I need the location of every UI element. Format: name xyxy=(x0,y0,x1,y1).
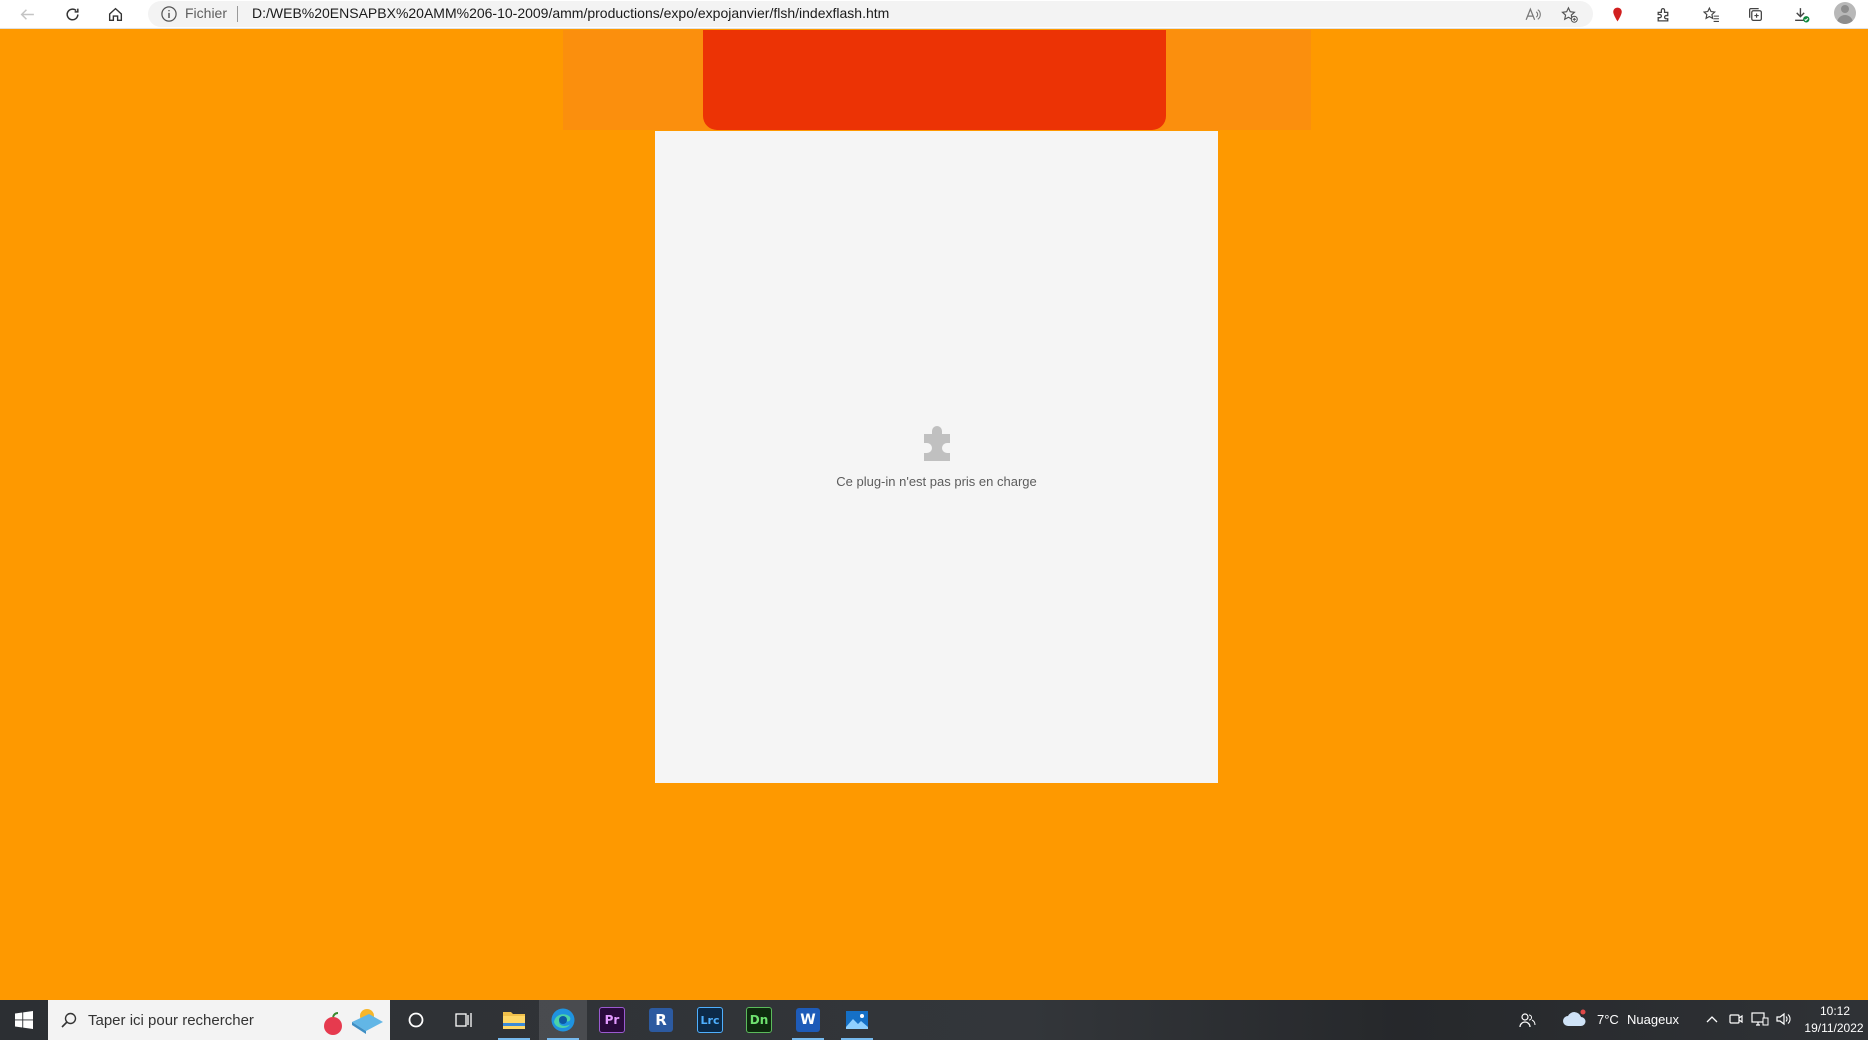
refresh-button[interactable] xyxy=(59,2,85,26)
add-favorite-icon xyxy=(1560,6,1578,23)
volume-icon[interactable] xyxy=(1775,1011,1793,1027)
clock-date[interactable]: 19/11/2022 xyxy=(1800,1021,1868,1035)
read-aloud-button[interactable] xyxy=(1519,2,1545,26)
chevron-up-icon[interactable] xyxy=(1705,1014,1719,1024)
collections-button[interactable] xyxy=(1742,2,1768,26)
collections-icon xyxy=(1748,7,1762,21)
dimension-icon: Dn xyxy=(746,1007,772,1033)
taskbar-revit[interactable]: R xyxy=(637,1000,685,1040)
start-button[interactable] xyxy=(0,1000,48,1040)
refresh-icon xyxy=(65,7,79,20)
taskbar-photos[interactable] xyxy=(833,1000,881,1040)
back-icon xyxy=(20,8,34,20)
header-banner xyxy=(703,30,1166,130)
network-icon[interactable] xyxy=(1751,1011,1769,1027)
people-icon xyxy=(1519,1013,1536,1028)
site-info-label[interactable]: Fichier xyxy=(185,5,227,21)
puzzle-piece-icon xyxy=(924,426,950,461)
pin-icon xyxy=(1612,7,1622,21)
add-favorite-button[interactable] xyxy=(1556,2,1582,26)
extensions-button[interactable] xyxy=(1650,2,1676,26)
extensions-icon xyxy=(1657,7,1668,22)
favorites-icon xyxy=(1702,6,1719,22)
meet-now-icon[interactable] xyxy=(1728,1011,1744,1027)
lightroom-classic-icon: Lrc xyxy=(697,1007,723,1033)
photos-icon xyxy=(846,1011,868,1029)
plugin-unsupported-message: Ce plug-in n'est pas pris en charge xyxy=(836,474,1037,489)
plugin-placeholder: Ce plug-in n'est pas pris en charge xyxy=(655,131,1218,783)
back-button[interactable] xyxy=(14,2,40,26)
weather-temperature[interactable]: 7°C xyxy=(1597,1012,1619,1027)
taskbar: Taper ici pour rechercher Pr R Lrc Dn W … xyxy=(0,1000,1868,1040)
word-icon: W xyxy=(796,1008,820,1032)
profile-icon[interactable] xyxy=(1834,2,1856,24)
home-icon xyxy=(108,7,122,21)
info-icon[interactable] xyxy=(160,5,178,23)
weather-condition[interactable]: Nuageux xyxy=(1627,1012,1679,1027)
clock-time[interactable]: 10:12 xyxy=(1808,1004,1862,1018)
cortana-button[interactable] xyxy=(392,1000,440,1040)
revit-icon: R xyxy=(649,1008,673,1032)
url-text[interactable]: D:/WEB%20ENSAPBX%20AMM%206-10-2009/amm/p… xyxy=(252,5,889,21)
address-bar[interactable]: Fichier D:/WEB%20ENSAPBX%20AMM%206-10-20… xyxy=(148,1,1593,27)
taskbar-file-explorer[interactable] xyxy=(490,1000,538,1040)
search-placeholder: Taper ici pour rechercher xyxy=(88,1012,254,1029)
people-button[interactable] xyxy=(1503,1000,1551,1040)
read-aloud-icon xyxy=(1525,6,1541,20)
taskbar-premiere-pro[interactable]: Pr xyxy=(588,1000,636,1040)
taskbar-lightroom-classic[interactable]: Lrc xyxy=(686,1000,734,1040)
browser-toolbar: Fichier D:/WEB%20ENSAPBX%20AMM%206-10-20… xyxy=(0,0,1868,29)
taskbar-search[interactable]: Taper ici pour rechercher xyxy=(48,1000,390,1040)
pin-extension-button[interactable] xyxy=(1604,2,1630,26)
edge-icon xyxy=(551,1008,575,1032)
favorites-button[interactable] xyxy=(1698,2,1724,26)
address-separator xyxy=(237,6,238,22)
cortana-icon xyxy=(408,1012,424,1028)
file-explorer-icon xyxy=(503,1012,525,1029)
taskbar-word[interactable]: W xyxy=(784,1000,832,1040)
task-view-button[interactable] xyxy=(440,1000,488,1040)
downloads-button[interactable] xyxy=(1788,2,1814,26)
premiere-pro-icon: Pr xyxy=(599,1007,625,1033)
windows-logo-icon xyxy=(15,1011,33,1029)
taskbar-dimension[interactable]: Dn xyxy=(735,1000,783,1040)
home-button[interactable] xyxy=(102,2,128,26)
cloud-icon[interactable] xyxy=(1562,1008,1588,1028)
downloads-icon xyxy=(1794,7,1809,22)
search-icon xyxy=(61,1012,77,1028)
search-highlight-illustration-icon xyxy=(324,1009,383,1035)
task-view-icon xyxy=(455,1013,472,1027)
taskbar-edge[interactable] xyxy=(539,1000,587,1040)
